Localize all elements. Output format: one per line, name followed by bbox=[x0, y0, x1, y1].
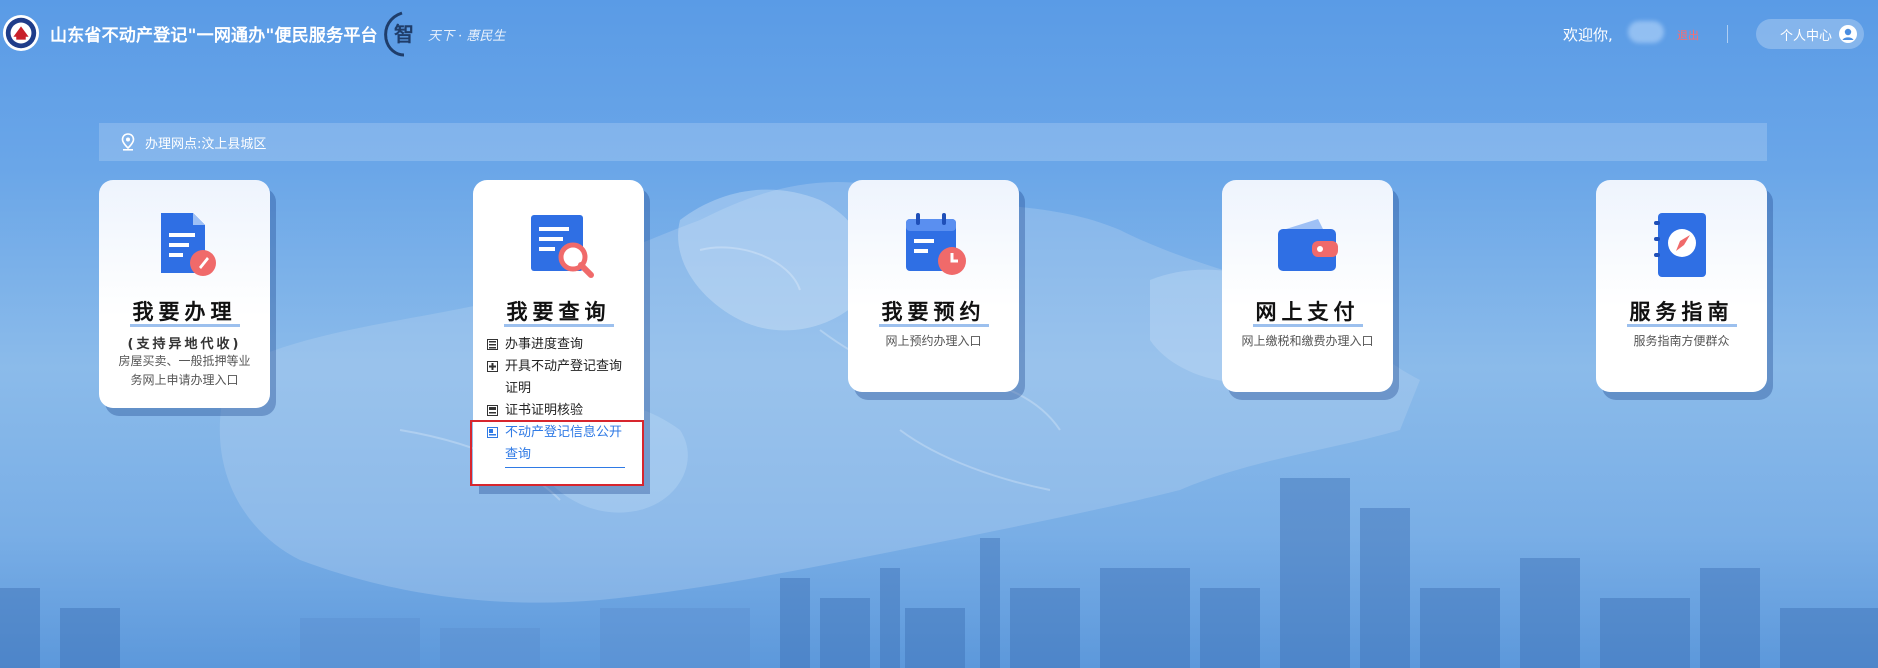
user-center-button[interactable]: 个人中心 bbox=[1756, 19, 1864, 49]
background-city-skyline bbox=[0, 478, 1878, 668]
username-redacted bbox=[1628, 21, 1664, 43]
card-title: 我要查询 bbox=[506, 300, 611, 324]
wallet-icon bbox=[1277, 219, 1338, 271]
query-link-certificate[interactable]: 开具不动产登记查询证明 bbox=[487, 356, 637, 400]
query-link-label: 证书证明核验 bbox=[505, 403, 584, 418]
card-title-underline bbox=[129, 324, 240, 327]
card-title-underline bbox=[1626, 324, 1737, 327]
query-link-label: 办事进度查询 bbox=[505, 337, 584, 352]
query-link-progress[interactable]: 办事进度查询 bbox=[487, 334, 637, 356]
verify-doc-icon bbox=[487, 405, 498, 416]
card-title-underline bbox=[1252, 324, 1363, 327]
card-appointment[interactable]: 我要预约 网上预约办理入口 bbox=[848, 180, 1019, 392]
query-link-public-info[interactable]: 不动产登记信息公开查询 bbox=[487, 422, 637, 466]
site-title: 山东省不动产登记"一网通办"便民服务平台 bbox=[50, 26, 378, 46]
service-location-label: 办理网点:汶上县城区 bbox=[145, 136, 267, 152]
header-divider bbox=[1727, 25, 1728, 43]
location-pin-icon bbox=[121, 133, 135, 151]
card-payment[interactable]: 网上支付 网上缴税和缴费办理入口 bbox=[1222, 180, 1393, 392]
user-avatar-icon bbox=[1839, 25, 1857, 43]
card-title: 网上支付 bbox=[1255, 300, 1360, 324]
card-title-underline bbox=[503, 324, 614, 327]
svg-text:智: 智 bbox=[394, 22, 414, 46]
top-header: 山东省不动产登记"一网通办"便民服务平台 智 天下 · 惠民生 欢迎你, 退出 … bbox=[0, 0, 1878, 66]
card-subtitle: 服务指南方便群众 bbox=[1633, 334, 1730, 348]
logout-link[interactable]: 退出 bbox=[1677, 27, 1699, 43]
document-pen-icon bbox=[160, 213, 216, 276]
list-doc-icon bbox=[487, 339, 498, 350]
user-center-label: 个人中心 bbox=[1779, 28, 1832, 44]
slogan-emblem-icon: 智 bbox=[384, 11, 414, 57]
card-title: 我要办理 bbox=[132, 300, 237, 324]
card-subtitle: (支持异地代收) bbox=[127, 337, 242, 352]
certificate-plus-icon bbox=[487, 361, 498, 372]
card-apply[interactable]: 我要办理 (支持异地代收) 房屋买卖、一般抵押等业务网上申请办理入口 bbox=[99, 180, 270, 408]
document-search-icon bbox=[530, 215, 594, 278]
platform-logo-icon bbox=[2, 14, 40, 52]
slogan: 智 天下 · 惠民生 bbox=[382, 10, 505, 58]
active-link-underline bbox=[505, 467, 625, 468]
card-title: 我要预约 bbox=[881, 300, 986, 324]
card-description: 房屋买卖、一般抵押等业务网上申请办理入口 bbox=[118, 354, 251, 387]
card-subtitle: 网上预约办理入口 bbox=[885, 334, 982, 348]
slogan-text: 天下 · 惠民生 bbox=[428, 28, 506, 44]
calendar-clock-icon bbox=[905, 213, 966, 275]
welcome-text: 欢迎你, bbox=[1563, 26, 1613, 44]
info-doc-icon bbox=[487, 427, 498, 438]
card-title: 服务指南 bbox=[1629, 300, 1734, 324]
query-link-verify[interactable]: 证书证明核验 bbox=[487, 400, 637, 422]
service-location-bar: 办理网点:汶上县城区 bbox=[99, 123, 1767, 161]
card-subtitle: 网上缴税和缴费办理入口 bbox=[1241, 334, 1374, 348]
query-link-label: 开具不动产登记查询证明 bbox=[505, 359, 623, 396]
compass-book-icon bbox=[1653, 213, 1706, 277]
query-link-label: 不动产登记信息公开查询 bbox=[505, 425, 623, 462]
card-title-underline bbox=[878, 324, 989, 327]
card-query: 我要查询 办事进度查询 开具不动产登记查询证明 证书证明核验 不动产登记信息公开… bbox=[473, 180, 644, 486]
card-service-guide[interactable]: 服务指南 服务指南方便群众 bbox=[1596, 180, 1767, 392]
query-links-list: 办事进度查询 开具不动产登记查询证明 证书证明核验 不动产登记信息公开查询 bbox=[487, 334, 637, 468]
